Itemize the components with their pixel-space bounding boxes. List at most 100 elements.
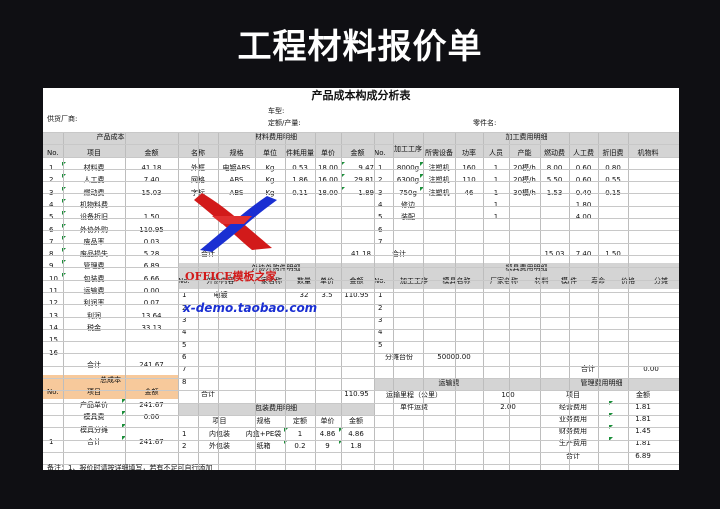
outsource-cell xyxy=(198,353,243,363)
grid-line xyxy=(43,144,679,145)
processing-header: 加工工序 xyxy=(394,145,422,153)
mold-header: 模具名称 xyxy=(442,277,471,286)
management-cell: 1.81 xyxy=(635,402,651,411)
mold-header: No. xyxy=(374,277,386,286)
mold-header: 加工工序 xyxy=(400,277,428,286)
grid-line xyxy=(43,403,679,404)
packaging-cell: 内盒+PE袋 xyxy=(245,430,282,439)
outsource-header: 金额 xyxy=(349,277,364,286)
mold-header: 分摊 xyxy=(654,277,668,286)
mold-section: 模具费用明细 xyxy=(505,264,548,273)
supplier-label: 供货厂商: xyxy=(47,115,78,123)
grid-line xyxy=(598,132,599,470)
mold-cell: 5 xyxy=(378,340,383,349)
outsource-cell xyxy=(339,341,374,351)
packaging-cell: 1.8 xyxy=(350,442,362,451)
packaging-cell: 4.86 xyxy=(348,430,364,439)
grid-line xyxy=(43,292,679,293)
spreadsheet: 产品成本构成分析表 供货厂商: 车型: 定额/产量: 零件名: 产品成本 材料费用明细 加工费… xyxy=(43,88,679,470)
packaging-header: 项目 xyxy=(212,417,227,426)
packaging-cell: 纸箱 xyxy=(256,442,271,451)
grid-line xyxy=(43,415,679,416)
mold-header: 厂家名称 xyxy=(490,277,518,286)
grid-line xyxy=(43,181,679,182)
grid-line xyxy=(43,267,679,268)
transport-section: 运输费 xyxy=(438,378,460,387)
grid-line xyxy=(374,132,375,470)
grid-line xyxy=(43,280,679,281)
processing-section: 加工费用明细 xyxy=(505,133,548,141)
packaging-cell: 9 xyxy=(325,442,330,451)
outsource-cell xyxy=(198,378,243,388)
management-cell: 经营费用 xyxy=(559,402,587,411)
watermark-brand: OFFICE模板之家 xyxy=(185,270,277,283)
grid-line xyxy=(43,353,679,354)
grid-line xyxy=(43,243,679,244)
grid-line xyxy=(569,132,570,470)
grid-line xyxy=(43,206,679,207)
quota-label: 定额/产量: xyxy=(268,119,301,127)
grid-line xyxy=(43,193,679,194)
management-total-value: 6.89 xyxy=(635,451,651,460)
outsource-cell xyxy=(315,304,339,314)
grid-line xyxy=(43,440,679,441)
transport-unit-label: 单件运费 xyxy=(400,402,428,411)
grid-line xyxy=(43,255,679,256)
part-name-label: 零件名: xyxy=(473,119,497,127)
transport-distance-label: 运输里程（公里） xyxy=(386,390,442,399)
sheet-note: 备注：1、报价时请按详细填写，若有不足可自行添加 xyxy=(47,464,213,472)
outsource-cell xyxy=(198,341,243,351)
grid-line xyxy=(341,132,342,470)
mold-cell: 2 xyxy=(378,303,383,312)
packaging-cell: 外包装 xyxy=(209,442,230,451)
packaging-cell: 4.86 xyxy=(319,430,336,439)
packaging-section: 包装费用明细 xyxy=(255,404,297,413)
grid-line xyxy=(43,218,679,219)
packaging-cell: 内包装 xyxy=(209,430,230,439)
grid-line xyxy=(43,366,679,367)
banner: 工程材料报价单 xyxy=(0,0,720,86)
grid-line xyxy=(178,132,179,470)
mold-header: 材料 xyxy=(534,277,549,286)
grid-line xyxy=(43,427,679,428)
outsource-cell xyxy=(339,353,374,363)
outsource-total-value: 110.95 xyxy=(344,389,369,398)
management-section: 管理费用明细 xyxy=(580,378,623,387)
page-title: 工程材料报价单 xyxy=(237,26,483,67)
management-header: 项目 xyxy=(566,390,580,399)
outsource-cell xyxy=(315,378,339,388)
grid-line xyxy=(455,132,456,470)
grid-line xyxy=(63,132,64,470)
mold-share-value: 50000.00 xyxy=(437,352,471,361)
outsource-cell xyxy=(315,353,339,363)
grid-line xyxy=(125,132,126,470)
management-cell: 业务费用 xyxy=(559,414,587,423)
management-cell: 1.45 xyxy=(635,427,651,436)
grid-line xyxy=(509,132,510,470)
management-cell: 财务费用 xyxy=(559,427,587,436)
grid-line xyxy=(43,230,679,231)
outsource-cell xyxy=(315,341,339,351)
outsource-total-label: 合计 xyxy=(201,389,215,398)
grid-line xyxy=(43,390,679,391)
grid-line xyxy=(43,304,679,305)
management-total-label: 合计 xyxy=(566,451,580,460)
grid-line xyxy=(43,378,679,379)
packaging-header: 规格 xyxy=(256,417,271,426)
management-cell: 1.81 xyxy=(635,414,651,423)
grid-line xyxy=(43,329,679,330)
grid-line xyxy=(43,341,679,342)
packaging-cell: 1 xyxy=(297,430,303,439)
outsource-cell xyxy=(293,341,315,351)
outsource-cell xyxy=(293,353,315,363)
grid-line xyxy=(43,317,679,318)
material-section: 材料费用明细 xyxy=(255,133,297,141)
grid-line xyxy=(483,132,484,470)
grid-line xyxy=(423,132,424,470)
outsource-cell xyxy=(293,378,315,388)
packaging-header: 定额 xyxy=(293,417,307,426)
grid-line xyxy=(43,132,679,133)
packaging-header: 单价 xyxy=(320,417,335,426)
grid-line xyxy=(540,132,541,470)
sheet-title: 产品成本构成分析表 xyxy=(311,89,411,102)
